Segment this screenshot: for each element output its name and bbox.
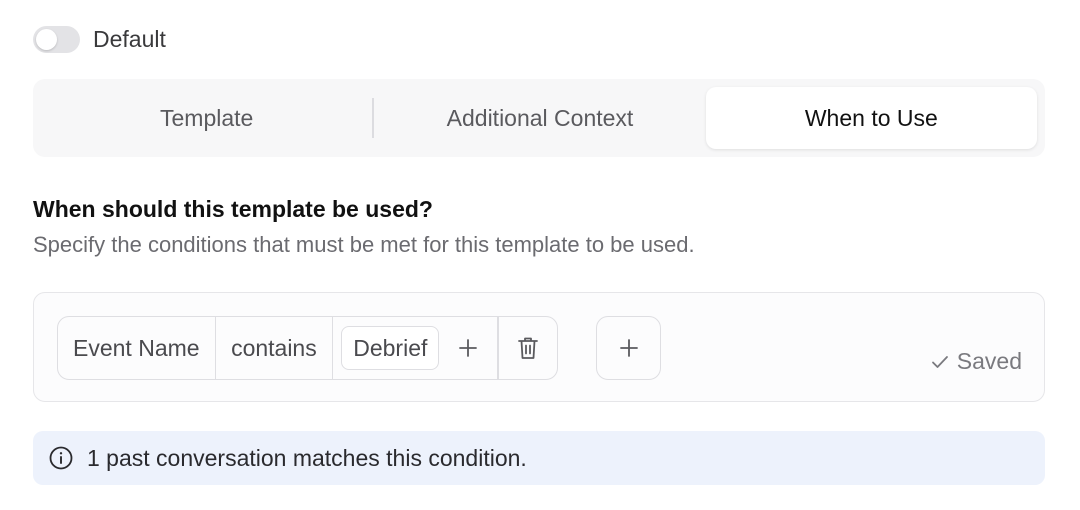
- section-title: When should this template be used?: [33, 196, 433, 222]
- check-icon: [931, 355, 948, 368]
- default-toggle-row: Default: [33, 24, 166, 54]
- trash-icon: [517, 337, 538, 359]
- default-toggle[interactable]: [33, 25, 80, 53]
- saved-status: Saved: [931, 348, 1022, 375]
- default-toggle-label: Default: [93, 25, 166, 52]
- saved-label: Saved: [956, 348, 1022, 374]
- condition-group: Event Name contains Debrief: [57, 316, 558, 380]
- add-condition-button[interactable]: [596, 316, 661, 380]
- condition-value-chip[interactable]: Debrief: [341, 326, 440, 370]
- tab-bar: Template Additional Context When to Use: [33, 79, 1045, 157]
- toggle-knob: [36, 28, 57, 50]
- tab-additional-context[interactable]: Additional Context: [374, 87, 705, 149]
- plus-icon: [619, 339, 638, 357]
- tab-template[interactable]: Template: [41, 87, 372, 149]
- match-info-text: 1 past conversation matches this conditi…: [87, 444, 527, 471]
- condition-field-select[interactable]: Event Name: [58, 317, 215, 379]
- condition-divider: [331, 317, 334, 379]
- condition-card: Event Name contains Debrief Saved: [33, 292, 1045, 402]
- plus-icon: [459, 339, 478, 357]
- condition-operator-select[interactable]: contains: [216, 317, 332, 379]
- add-value-button[interactable]: [439, 317, 497, 379]
- tab-when-to-use[interactable]: When to Use: [705, 87, 1037, 149]
- match-info-banner: 1 past conversation matches this conditi…: [33, 431, 1045, 485]
- template-settings-panel: Default Template Additional Context When…: [0, 0, 1080, 510]
- section-description: Specify the conditions that must be met …: [33, 232, 695, 257]
- info-icon: [49, 446, 73, 470]
- delete-condition-button[interactable]: [499, 317, 557, 379]
